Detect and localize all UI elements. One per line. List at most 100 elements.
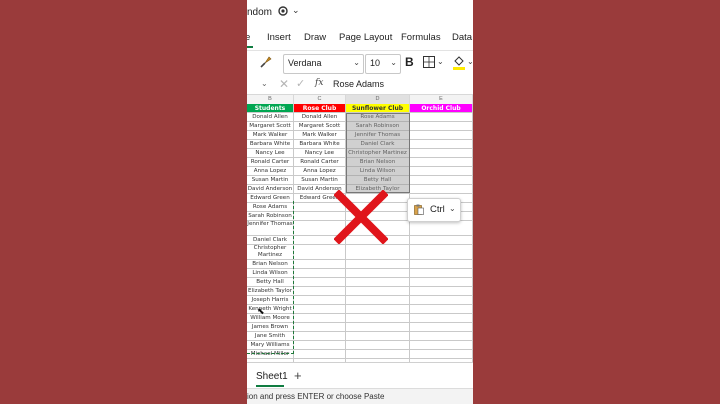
cell-b[interactable]: Nancy Lee [247, 149, 294, 158]
cell-d[interactable] [346, 296, 410, 305]
cell-e[interactable] [410, 236, 473, 245]
font-size-dropdown[interactable]: 10 ⌄ [365, 54, 401, 74]
cell-d[interactable] [346, 269, 410, 278]
cell-c[interactable]: Barbara White [294, 140, 346, 149]
cell-e[interactable] [410, 314, 473, 323]
cell-e[interactable] [410, 221, 473, 236]
cell-c[interactable] [294, 296, 346, 305]
tab-data[interactable]: Data [452, 32, 472, 43]
cell-d[interactable]: Rose Adams [346, 113, 410, 122]
tab-home[interactable]: e [247, 32, 250, 43]
cell-e[interactable] [410, 167, 473, 176]
cell-c[interactable]: Nancy Lee [294, 149, 346, 158]
cell-c[interactable] [294, 305, 346, 314]
cell-b[interactable]: Susan Martin [247, 176, 294, 185]
fill-color-icon[interactable] [452, 54, 466, 70]
cell-e[interactable] [410, 122, 473, 131]
cell-b[interactable]: Elizabeth Taylor [247, 287, 294, 296]
tab-page-layout[interactable]: Page Layout [339, 32, 392, 43]
cell-b[interactable]: James Brown [247, 323, 294, 332]
cell-d[interactable]: Sarah Robinson [346, 122, 410, 131]
cell-b[interactable]: William Moore [247, 314, 294, 323]
title-chevron-icon[interactable]: ⌄ [292, 5, 300, 16]
cell-e[interactable] [410, 113, 473, 122]
cell-e[interactable] [410, 149, 473, 158]
cell-d[interactable] [346, 341, 410, 350]
cell-c[interactable]: Anna Lopez [294, 167, 346, 176]
confirm-entry-icon[interactable]: ✓ [296, 77, 305, 90]
cell-c[interactable] [294, 350, 346, 359]
cell-d[interactable] [346, 350, 410, 359]
cell-e[interactable] [410, 140, 473, 149]
cell-e[interactable] [410, 296, 473, 305]
cancel-entry-icon[interactable]: ✕ [279, 77, 289, 91]
cell-b[interactable]: Jennifer Thomas [247, 221, 294, 236]
cell-b[interactable]: Rose Adams [247, 203, 294, 212]
cell-c[interactable] [294, 323, 346, 332]
add-sheet-button[interactable]: + [294, 368, 302, 383]
cell-e[interactable] [410, 269, 473, 278]
cell-e[interactable] [410, 158, 473, 167]
format-painter-icon[interactable] [259, 55, 273, 69]
cell-c[interactable] [294, 278, 346, 287]
header-cell-c[interactable]: Rose Club [294, 104, 346, 113]
cell-b[interactable]: Jane Smith [247, 332, 294, 341]
cell-c[interactable] [294, 341, 346, 350]
cell-b[interactable]: Donald Allen [247, 113, 294, 122]
cell-b[interactable]: Joseph Harris [247, 296, 294, 305]
cell-e[interactable] [410, 131, 473, 140]
cell-c[interactable] [294, 260, 346, 269]
cell-b[interactable]: Ronald Carter [247, 158, 294, 167]
cell-d[interactable] [346, 260, 410, 269]
cell-e[interactable] [410, 185, 473, 194]
header-cell-d[interactable]: Sunflower Club [346, 104, 410, 113]
cell-c[interactable] [294, 287, 346, 296]
cell-b[interactable]: Sarah Robinson [247, 212, 294, 221]
column-header-e[interactable]: E [410, 95, 473, 104]
cell-d[interactable]: Betty Hall [346, 176, 410, 185]
autosave-icon[interactable] [278, 6, 288, 16]
column-header-b[interactable]: B [247, 95, 294, 104]
chevron-down-icon[interactable]: ⌄ [467, 57, 473, 66]
cell-b[interactable]: Brian Nelson [247, 260, 294, 269]
cell-d[interactable] [346, 314, 410, 323]
cell-e[interactable] [410, 332, 473, 341]
cell-e[interactable] [410, 287, 473, 296]
cell-c[interactable]: Ronald Carter [294, 158, 346, 167]
cell-c[interactable]: Margaret Scott [294, 122, 346, 131]
cell-b[interactable]: Mark Walker [247, 131, 294, 140]
sheet-tab-sheet1[interactable]: Sheet1 [256, 371, 288, 382]
cell-d[interactable] [346, 332, 410, 341]
cell-b[interactable]: Kenneth Wright [247, 305, 294, 314]
cell-b[interactable]: Michael Miller [247, 350, 294, 359]
cell-d[interactable] [346, 323, 410, 332]
cell-d[interactable]: Christopher Martinez [346, 149, 410, 158]
cell-e[interactable] [410, 323, 473, 332]
cell-e[interactable] [410, 350, 473, 359]
workbook-title[interactable]: ndom [247, 7, 272, 18]
cell-c[interactable] [294, 314, 346, 323]
cell-b[interactable]: Margaret Scott [247, 122, 294, 131]
cell-b[interactable]: Barbara White [247, 140, 294, 149]
cell-e[interactable] [410, 245, 473, 260]
cell-c[interactable] [294, 269, 346, 278]
cell-c[interactable]: Susan Martin [294, 176, 346, 185]
insert-function-icon[interactable]: fx [315, 78, 323, 88]
cell-c[interactable]: Donald Allen [294, 113, 346, 122]
cell-b[interactable]: Edward Green [247, 194, 294, 203]
cell-b[interactable]: Daniel Clark [247, 236, 294, 245]
cell-d[interactable]: Jennifer Thomas [346, 131, 410, 140]
cell-d[interactable]: Linda Wilson [346, 167, 410, 176]
header-cell-e[interactable]: Orchid Club [410, 104, 473, 113]
cell-e[interactable] [410, 305, 473, 314]
cell-c[interactable] [294, 332, 346, 341]
column-header-c[interactable]: C [294, 95, 346, 104]
cell-d[interactable] [346, 245, 410, 260]
cell-b[interactable]: Linda Wilson [247, 269, 294, 278]
cell-e[interactable] [410, 341, 473, 350]
column-header-d[interactable]: D [346, 95, 410, 104]
cell-e[interactable] [410, 278, 473, 287]
cell-b[interactable]: Betty Hall [247, 278, 294, 287]
bold-button[interactable]: B [405, 55, 414, 69]
formula-input[interactable]: Rose Adams [333, 79, 384, 89]
